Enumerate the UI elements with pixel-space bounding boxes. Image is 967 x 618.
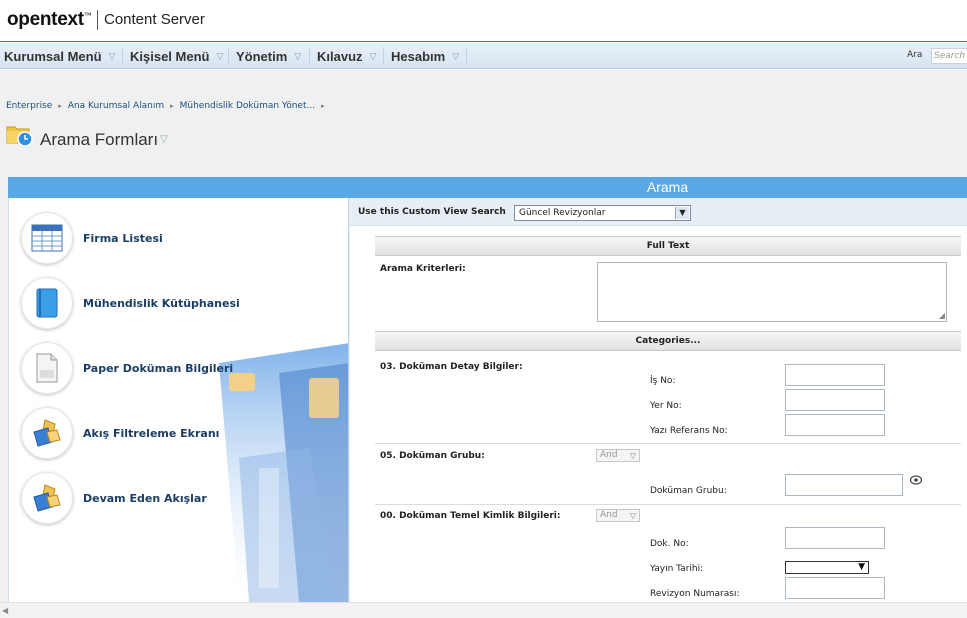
- search-input[interactable]: Search: [931, 48, 967, 64]
- breadcrumb-muhendislik[interactable]: Mühendislik Doküman Yönet...: [180, 101, 315, 111]
- yer-no-input[interactable]: [785, 389, 885, 411]
- search-forms-list: Firma Listesi Mühendislik Kütüphanesi Pa…: [8, 198, 349, 602]
- opentext-logo[interactable]: opentext™: [7, 9, 92, 31]
- chevron-down-icon: ▽: [452, 50, 460, 61]
- menu-kilavuz[interactable]: Kılavuz ▽: [313, 43, 376, 69]
- chevron-down-icon: ▽: [629, 451, 636, 460]
- search-form-panel: Use this Custom View Search Güncel Reviz…: [350, 198, 967, 602]
- list-item-devam-eden-akislar[interactable]: Devam Eden Akışlar: [21, 472, 207, 524]
- workflow-icon: [21, 472, 73, 524]
- operator-select[interactable]: And ▽: [596, 449, 640, 462]
- list-item-muhendislik-kutuphanesi[interactable]: Mühendislik Kütüphanesi: [21, 277, 240, 329]
- menu-kisisel[interactable]: Kişisel Menü ▽: [126, 43, 223, 69]
- list-item-label: Devam Eden Akışlar: [83, 491, 207, 505]
- criteria-label: Arama Kriterleri:: [380, 264, 466, 274]
- resize-grip-icon[interactable]: ◢: [939, 312, 945, 320]
- divider: [375, 504, 961, 505]
- menu-hesabim[interactable]: Hesabım ▽: [387, 43, 459, 69]
- search-forms-folder-icon: [6, 126, 33, 147]
- custom-view-select[interactable]: Güncel Revizyonlar ▼: [514, 205, 691, 221]
- field-label: Yazı Referans No:: [650, 426, 728, 436]
- operator-select[interactable]: And ▽: [596, 509, 640, 522]
- logo-divider: [97, 10, 98, 30]
- search-form: Full Text Arama Kriterleri: ◢ Categories…: [375, 236, 961, 602]
- group-title: 00. Doküman Temel Kimlik Bilgileri:: [380, 511, 561, 521]
- custom-view-bar: Use this Custom View Search Güncel Reviz…: [350, 198, 967, 226]
- divider: [375, 443, 961, 444]
- dokuman-grubu-input[interactable]: [785, 474, 903, 496]
- chevron-down-icon: ▽: [629, 511, 636, 520]
- chevron-down-icon: ▽: [369, 50, 377, 61]
- scroll-left-icon[interactable]: ◀: [2, 606, 8, 615]
- horizontal-scrollbar[interactable]: ◀: [0, 602, 967, 618]
- table-icon: [21, 212, 73, 264]
- list-item-firma-listesi[interactable]: Firma Listesi: [21, 212, 163, 264]
- chevron-down-icon: ▽: [108, 50, 116, 61]
- search-label: Ara: [907, 50, 923, 60]
- dok-no-input[interactable]: [785, 527, 885, 549]
- breadcrumb-enterprise[interactable]: Enterprise: [6, 101, 52, 111]
- breadcrumb-kurumsal-alan[interactable]: Ana Kurumsal Alanım: [68, 101, 164, 111]
- section-categories: Categories...: [375, 331, 961, 351]
- top-header: opentext™ Content Server: [0, 0, 967, 42]
- list-item-label: Firma Listesi: [83, 231, 163, 245]
- field-label: Doküman Grubu:: [650, 486, 727, 496]
- yayin-tarihi-select[interactable]: ▼: [785, 561, 869, 574]
- page-title: Arama Formları: [40, 130, 159, 149]
- menu-divider: [122, 47, 123, 65]
- list-item-label: Mühendislik Kütüphanesi: [83, 296, 240, 310]
- chevron-down-icon: ▽: [216, 50, 224, 61]
- field-label: İş No:: [650, 376, 676, 386]
- field-label: Yer No:: [650, 401, 682, 411]
- breadcrumb-arrow-icon: ▸: [170, 102, 174, 110]
- group-title: 03. Doküman Detay Bilgiler:: [380, 362, 523, 372]
- document-icon: [21, 342, 73, 394]
- chevron-down-icon: ▽: [294, 50, 302, 61]
- breadcrumb: Enterprise ▸ Ana Kurumsal Alanım ▸ Mühen…: [6, 101, 325, 111]
- yazi-referans-no-input[interactable]: [785, 414, 885, 436]
- browse-eye-icon[interactable]: [909, 474, 923, 486]
- list-item-label: Akış Filtreleme Ekranı: [83, 426, 220, 440]
- menu-divider: [228, 47, 229, 65]
- is-no-input[interactable]: [785, 364, 885, 386]
- field-label: Yayın Tarihi:: [650, 564, 704, 574]
- chevron-down-icon: ▼: [675, 207, 689, 219]
- section-full-text: Full Text: [375, 236, 961, 256]
- breadcrumb-arrow-icon: ▸: [321, 102, 325, 110]
- book-icon: [21, 277, 73, 329]
- custom-view-label: Use this Custom View Search: [358, 207, 506, 217]
- main-menubar: Kurumsal Menü ▽ Kişisel Menü ▽ Yönetim ▽ Kı…: [0, 43, 967, 69]
- workflow-icon: [21, 407, 73, 459]
- group-title: 05. Doküman Grubu:: [380, 451, 485, 461]
- list-item-label: Paper Doküman Bilgileri: [83, 361, 234, 375]
- criteria-textarea[interactable]: ◢: [597, 262, 947, 322]
- menu-divider: [383, 47, 384, 65]
- list-item-akis-filtreleme[interactable]: Akış Filtreleme Ekranı: [21, 407, 219, 459]
- title-menu-chevron-icon[interactable]: ▽: [160, 134, 168, 145]
- menu-yonetim[interactable]: Yönetim ▽: [232, 43, 301, 69]
- menu-kurumsal[interactable]: Kurumsal Menü ▽: [0, 43, 115, 69]
- list-item-paper-dokuman[interactable]: Paper Doküman Bilgileri: [21, 342, 233, 394]
- revizyon-numarasi-input[interactable]: [785, 577, 885, 599]
- panel-title: Arama: [8, 177, 967, 198]
- product-name: Content Server: [104, 11, 205, 28]
- field-label: Revizyon Numarası:: [650, 589, 740, 599]
- menu-divider: [466, 47, 467, 65]
- breadcrumb-arrow-icon: ▸: [58, 102, 62, 110]
- field-label: Dok. No:: [650, 539, 689, 549]
- chevron-down-icon: ▼: [858, 562, 865, 572]
- menu-divider: [309, 47, 310, 65]
